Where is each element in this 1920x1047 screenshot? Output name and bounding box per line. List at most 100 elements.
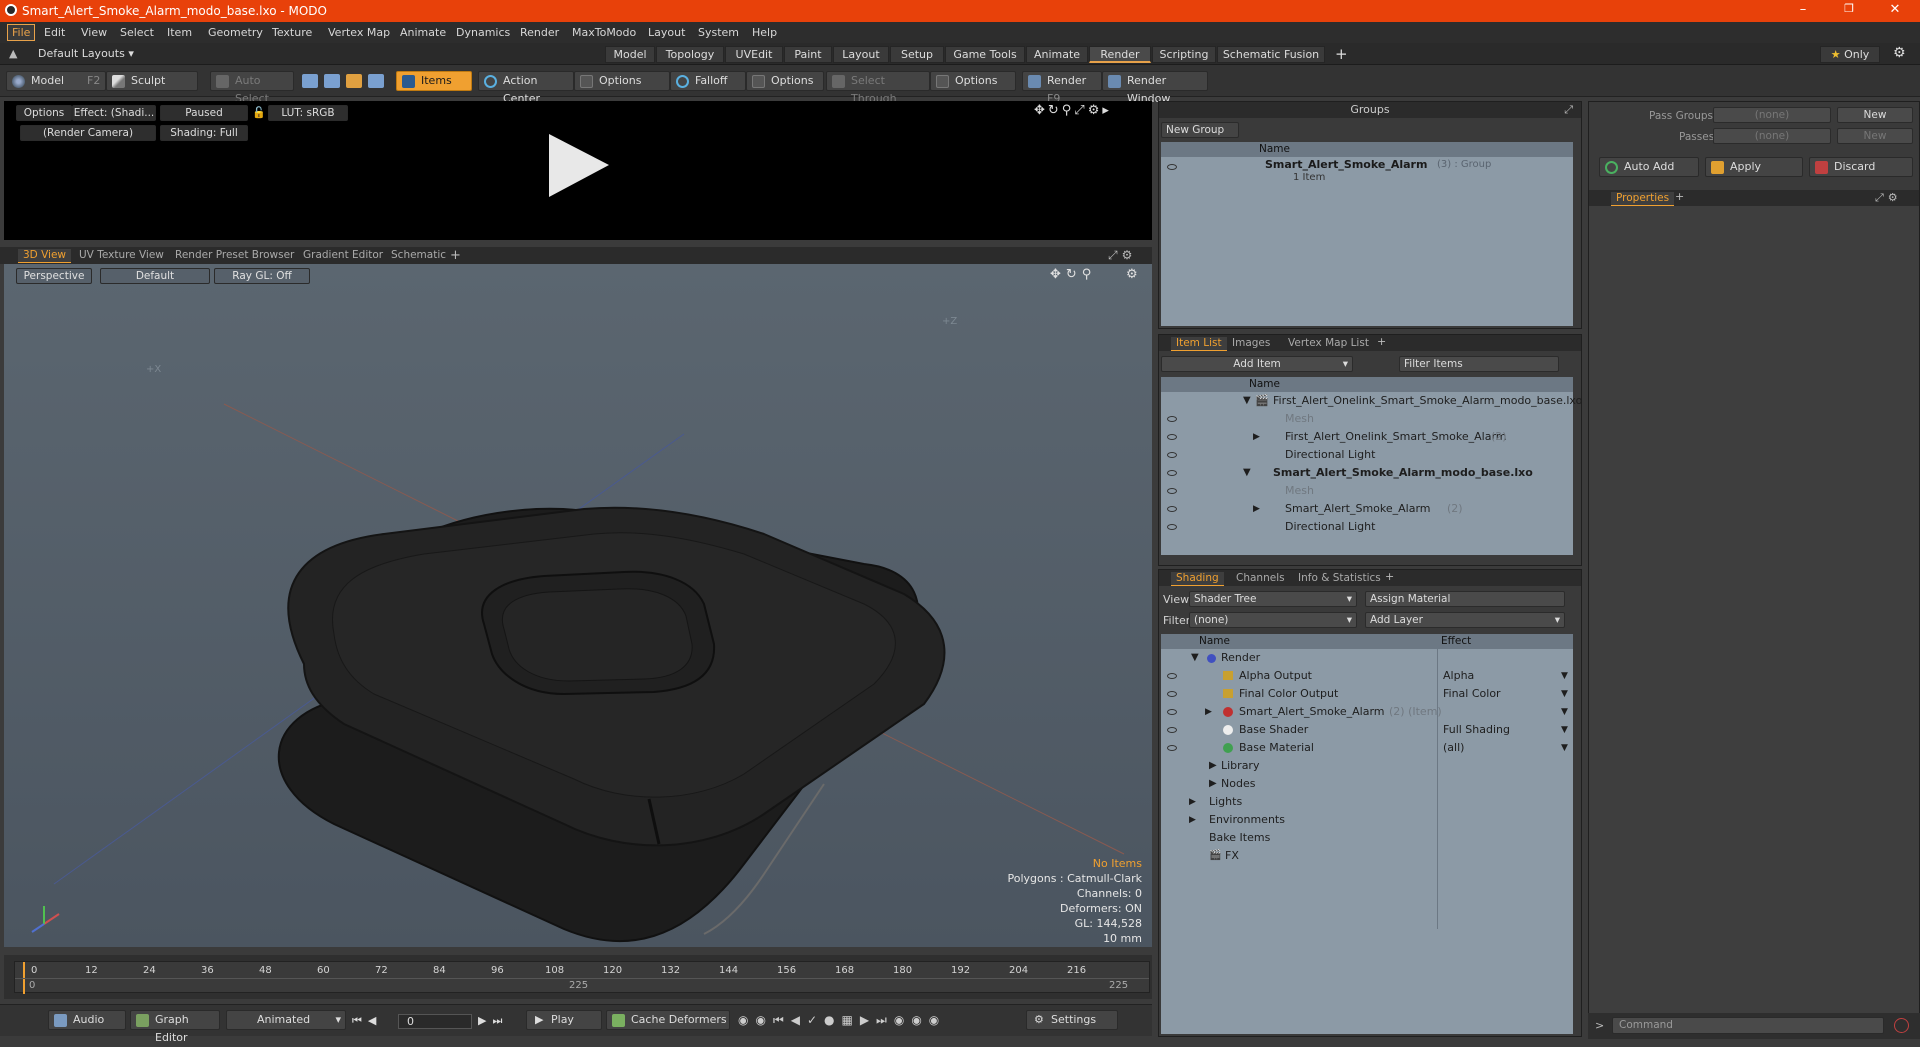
list-item[interactable]: ▶ Smart_Alert_Smoke_Alarm (2) [1161, 500, 1573, 518]
menu-layout[interactable]: Layout [648, 26, 685, 39]
passes-dropdown[interactable]: (none) [1713, 128, 1831, 144]
shader-row-effect[interactable]: (all) [1443, 739, 1464, 757]
settings-button[interactable]: ⚙ Settings [1026, 1010, 1118, 1030]
menu-maxtomodo[interactable]: MaxToModo [572, 26, 636, 39]
gear-icon[interactable]: ⚙ [1893, 45, 1906, 61]
transport-next-icons[interactable]: ▶⏭ [478, 1014, 508, 1028]
expand-arrow-icon[interactable]: ▶ [1189, 811, 1196, 829]
shader-row[interactable]: ▶ Nodes [1161, 775, 1573, 793]
tab-scripting[interactable]: Scripting [1152, 46, 1216, 63]
shader-row[interactable]: Alpha Output Alpha ▼ [1161, 667, 1573, 685]
list-item[interactable]: ▼ 🎬 First_Alert_Onelink_Smart_Smoke_Alarm_… [1161, 392, 1582, 410]
discard-button[interactable]: Discard [1809, 157, 1913, 177]
shader-row[interactable]: Base Shader Full Shading ▼ [1161, 721, 1573, 739]
tab-setup[interactable]: Setup [890, 46, 944, 63]
menu-select[interactable]: Select [120, 26, 154, 39]
chevron-down-icon[interactable]: ▼ [1561, 721, 1568, 739]
play-icon[interactable] [544, 131, 614, 201]
add-tab-icon[interactable]: + [1385, 570, 1394, 583]
chevron-down-icon[interactable]: ▼ [1561, 667, 1568, 685]
shader-row[interactable]: ▶ Lights [1161, 793, 1573, 811]
chevron-down-icon[interactable]: ▼ [1561, 685, 1568, 703]
list-item[interactable]: ▼ Smart_Alert_Smoke_Alarm_modo_base.lxo [1161, 464, 1573, 482]
tab-schematic[interactable]: Schematic [386, 249, 451, 263]
model-mode-button[interactable]: Model F2 [6, 71, 106, 91]
visibility-eye-icon[interactable] [1167, 488, 1177, 494]
materials-mode-icon[interactable] [368, 74, 384, 88]
menu-edit[interactable]: Edit [44, 26, 65, 39]
expand-arrow-icon[interactable]: ▶ [1189, 793, 1196, 811]
shader-tree-dropdown[interactable]: Shader Tree ▾ [1189, 591, 1357, 607]
shader-row[interactable]: Base Material (all) ▼ [1161, 739, 1573, 757]
tab-uv-texture-view[interactable]: UV Texture View [74, 249, 169, 263]
minimize-icon[interactable]: – [1792, 2, 1814, 20]
tab-render-preset-browser[interactable]: Render Preset Browser [170, 249, 299, 263]
render-button[interactable]: Render F9 [1022, 71, 1102, 105]
tab-item-list[interactable]: Item List [1171, 337, 1227, 351]
frame-input[interactable]: 0 [398, 1014, 472, 1029]
menu-system[interactable]: System [698, 26, 739, 39]
shader-row[interactable]: ▶ Library [1161, 757, 1573, 775]
expand-arrow-icon[interactable]: ▶ [1205, 703, 1212, 721]
render-camera-dropdown[interactable]: (Render Camera) [20, 125, 156, 141]
transport-prev-icons[interactable]: ⏮◀ [352, 1014, 382, 1028]
only-toggle[interactable]: ★ Only [1820, 46, 1880, 63]
edges-mode-icon[interactable] [324, 74, 340, 88]
tab-properties[interactable]: Properties [1611, 192, 1675, 206]
audio-button[interactable]: Audio [48, 1010, 126, 1030]
close-icon[interactable]: ✕ [1884, 2, 1906, 20]
vertices-mode-icon[interactable] [302, 74, 318, 88]
visibility-eye-icon[interactable] [1167, 416, 1177, 422]
add-tab-icon[interactable]: + [1675, 190, 1684, 203]
collapse-arrow-icon[interactable]: ▼ [1243, 392, 1251, 410]
cache-deformers-button[interactable]: Cache Deformers [606, 1010, 730, 1030]
preview-options-button[interactable]: Options [16, 105, 72, 121]
shader-row-effect[interactable]: Final Color [1443, 685, 1501, 703]
shader-row[interactable]: Final Color Output Final Color ▼ [1161, 685, 1573, 703]
3d-viewport[interactable]: Perspective Default Ray GL: Off ✥↻⚲ ⚙ +Z… [4, 264, 1152, 947]
add-tab-icon[interactable]: + [1377, 335, 1386, 348]
visibility-eye-icon[interactable] [1167, 452, 1177, 458]
shading-dropdown[interactable]: Shading: Full [160, 125, 248, 141]
list-item[interactable]: Mesh [1161, 410, 1573, 428]
tab-animate[interactable]: Animate [1026, 46, 1088, 63]
preview-nav-icons[interactable]: ✥↻⚲⤢⚙▸ [1034, 103, 1112, 118]
collapse-arrow-icon[interactable]: ▼ [1191, 649, 1199, 667]
shader-row-effect[interactable]: Alpha [1443, 667, 1474, 685]
list-item[interactable]: Mesh [1161, 482, 1573, 500]
new-pass-group-button[interactable]: New [1837, 107, 1913, 123]
visibility-eye-icon[interactable] [1167, 164, 1177, 170]
restore-icon[interactable]: ❐ [1838, 2, 1860, 20]
group-item-name[interactable]: Smart_Alert_Smoke_Alarm [1265, 158, 1427, 171]
tab-layout[interactable]: Layout [833, 46, 889, 63]
expand-arrow-icon[interactable]: ▶ [1253, 428, 1260, 446]
command-input[interactable]: Command [1612, 1017, 1884, 1034]
list-item[interactable]: Directional Light [1161, 446, 1573, 464]
visibility-eye-icon[interactable] [1167, 673, 1177, 679]
shader-row[interactable]: ▼ Render [1161, 649, 1573, 667]
tab-channels[interactable]: Channels [1231, 572, 1290, 586]
select-options-button[interactable]: Options [930, 71, 1016, 91]
render-window-button[interactable]: Render Window [1102, 71, 1208, 105]
list-item[interactable]: Directional Light [1161, 518, 1573, 536]
properties-settings-icons[interactable]: ⤢⚙ [1875, 191, 1902, 205]
menu-help[interactable]: Help [752, 26, 777, 39]
new-pass-button[interactable]: New [1837, 128, 1913, 144]
visibility-eye-icon[interactable] [1167, 434, 1177, 440]
chevron-down-icon[interactable]: ▼ [1561, 703, 1568, 721]
visibility-eye-icon[interactable] [1167, 727, 1177, 733]
tab-uvedit[interactable]: UVEdit [725, 46, 783, 63]
menu-animate[interactable]: Animate [400, 26, 446, 39]
tab-shading[interactable]: Shading [1171, 572, 1224, 586]
tab-images[interactable]: Images [1227, 337, 1275, 351]
add-viewport-tab-icon[interactable]: + [450, 248, 461, 263]
tab-gradient-editor[interactable]: Gradient Editor [298, 249, 388, 263]
add-layer-dropdown[interactable]: Add Layer ▾ [1365, 612, 1565, 628]
default-layouts-dropdown[interactable]: Default Layouts ▾ [38, 47, 134, 60]
shader-row[interactable]: Bake Items [1161, 829, 1573, 847]
visibility-eye-icon[interactable] [1167, 470, 1177, 476]
shader-row-effect[interactable]: Full Shading [1443, 721, 1510, 739]
tab-vertex-map-list[interactable]: Vertex Map List [1283, 337, 1374, 351]
polygons-mode-icon[interactable] [346, 74, 362, 88]
visibility-eye-icon[interactable] [1167, 524, 1177, 530]
